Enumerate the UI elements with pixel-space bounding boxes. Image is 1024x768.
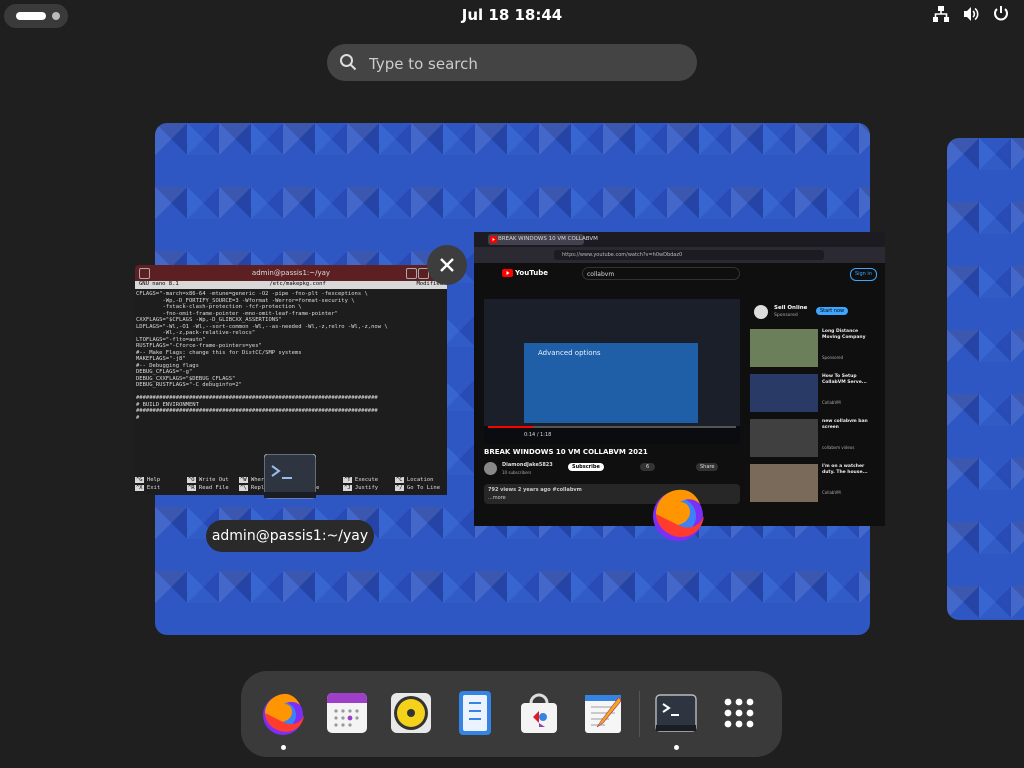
dock-rhythmbox[interactable] xyxy=(387,689,435,737)
tab-title: BREAK WINDOWS 10 VM COLLABVM xyxy=(498,236,598,242)
share-button: Share xyxy=(696,463,719,471)
running-indicator xyxy=(281,745,286,750)
player-controls: 0:14 / 1:18 xyxy=(484,426,740,444)
video-meta: Sponsored xyxy=(822,355,844,360)
video-thumbnail xyxy=(750,374,818,412)
search-bar[interactable] xyxy=(327,44,697,83)
search-icon xyxy=(339,53,357,75)
nano-shortcut: ^G Help xyxy=(135,477,161,483)
video-thumbnail xyxy=(750,329,818,367)
nano-shortcut: ^J Justify xyxy=(343,485,379,491)
dock-separator xyxy=(639,691,640,737)
network-icon[interactable] xyxy=(932,5,950,23)
search-icon xyxy=(139,268,150,279)
subscriber-count: 10 subscribers xyxy=(502,470,532,475)
recommendation-list: Long Distance Moving Company Sponsored How… xyxy=(750,329,880,506)
video-meta: collabvm videos xyxy=(822,445,855,450)
video-title: Long Distance Moving Company xyxy=(822,329,866,340)
nano-shortcut: ^C Location xyxy=(395,477,434,483)
player-label: Advanced options xyxy=(538,349,601,357)
video-meta: CollabVM xyxy=(822,400,841,405)
nano-file: /etc/makepkg.conf xyxy=(269,281,326,287)
show-apps-button[interactable] xyxy=(715,689,763,737)
dock-calendar[interactable] xyxy=(323,689,371,737)
video-title: new collabvm ban screen xyxy=(822,419,868,430)
video-title: I'm on a watcher duty. The house... xyxy=(822,464,868,475)
video-meta: CollabVM xyxy=(822,490,841,495)
volume-icon[interactable] xyxy=(962,5,980,23)
terminal-titlebar: admin@passis1:~/yay xyxy=(135,265,447,281)
nano-version: GNU nano 8.1 xyxy=(139,281,179,287)
terminal-app-icon xyxy=(263,453,317,500)
system-tray[interactable] xyxy=(932,5,1010,23)
dock-software[interactable] xyxy=(515,689,563,737)
subscribe-button: Subscribe xyxy=(568,463,604,471)
video-frame: Advanced options xyxy=(524,343,698,423)
view-count: 792 views 2 years ago #collabvm xyxy=(488,487,582,493)
youtube-header: YouTube collabvm Sign in xyxy=(474,263,885,285)
url-field: https://www.youtube.com/watch?v=h0wDbdaz… xyxy=(554,250,824,260)
avatar xyxy=(484,462,497,475)
video-title: How To Setup CollabVM Serve... xyxy=(822,374,867,385)
recommended-video: Long Distance Moving Company Sponsored xyxy=(750,329,880,371)
terminal-title: admin@passis1:~/yay xyxy=(251,269,331,277)
youtube-play-icon xyxy=(502,269,513,277)
channel-name: DiamondJake5823 xyxy=(502,462,553,468)
dock-terminal[interactable] xyxy=(652,689,700,737)
nano-shortcut: ^O Write Out xyxy=(187,477,229,483)
nano-buffer: CFLAGS="-march=x86-64 -mtune=generic -O2… xyxy=(136,291,388,421)
like-count: 6 xyxy=(640,463,656,471)
running-indicator xyxy=(674,745,679,750)
firefox-app-icon xyxy=(648,484,708,544)
new-tab-icon xyxy=(406,268,417,279)
clock[interactable]: Jul 18 18:44 xyxy=(0,6,1024,24)
video-player: Advanced options 0:14 / 1:18 xyxy=(484,299,740,444)
grid-icon xyxy=(724,698,754,728)
recommended-video: I'm on a watcher duty. The house... Colla… xyxy=(750,464,880,506)
recommendation-column: Sell Online Sponsored Start now Long Dis… xyxy=(750,299,880,509)
dock xyxy=(241,671,782,757)
nano-shortcut: ^X Exit xyxy=(135,485,161,491)
recommended-video: How To Setup CollabVM Serve... CollabVM xyxy=(750,374,880,416)
video-thumbnail xyxy=(750,464,818,502)
video-title: BREAK WINDOWS 10 VM COLLABVM 2021 xyxy=(484,448,648,456)
channel-row: DiamondJake5823 10 subscribers Subscribe… xyxy=(484,461,740,477)
video-time: 0:14 / 1:18 xyxy=(524,432,552,438)
youtube-favicon-icon xyxy=(490,236,497,243)
firefox-window-preview[interactable]: BREAK WINDOWS 10 VM COLLABVM https://www… xyxy=(474,232,885,526)
nano-header: GNU nano 8.1 /etc/makepkg.conf Modified xyxy=(135,281,447,289)
power-icon[interactable] xyxy=(992,5,1010,23)
browser-tabbar: BREAK WINDOWS 10 VM COLLABVM xyxy=(474,232,885,247)
nano-shortcut: ^R Read File xyxy=(187,485,229,491)
youtube-logo: YouTube xyxy=(502,269,548,277)
dock-text-editor[interactable] xyxy=(579,689,627,737)
progress-bar xyxy=(488,426,736,428)
recommended-video: new collabvm ban screen collabvm videos xyxy=(750,419,880,461)
nano-shortcut: ^/ Go To Line xyxy=(395,485,441,491)
ad-card: Sell Online Sponsored Start now xyxy=(750,299,880,329)
youtube-search: collabvm xyxy=(582,267,740,280)
video-thumbnail xyxy=(750,419,818,457)
more-link: ...more xyxy=(488,495,506,501)
close-window-button[interactable] xyxy=(427,245,467,285)
nano-shortcut: ^T Execute xyxy=(343,477,379,483)
next-workspace-thumbnail[interactable] xyxy=(947,138,1024,620)
dock-notes[interactable] xyxy=(451,689,499,737)
sign-in-button: Sign in xyxy=(849,268,877,281)
browser-tab: BREAK WINDOWS 10 VM COLLABVM xyxy=(488,234,598,245)
dock-firefox[interactable] xyxy=(259,689,307,737)
search-input[interactable] xyxy=(367,44,681,83)
top-bar: Jul 18 18:44 xyxy=(0,0,1024,32)
close-icon xyxy=(440,258,454,272)
window-title-tooltip: admin@passis1:~/yay xyxy=(206,520,374,552)
browser-urlbar: https://www.youtube.com/watch?v=h0wDbdaz… xyxy=(474,247,885,263)
